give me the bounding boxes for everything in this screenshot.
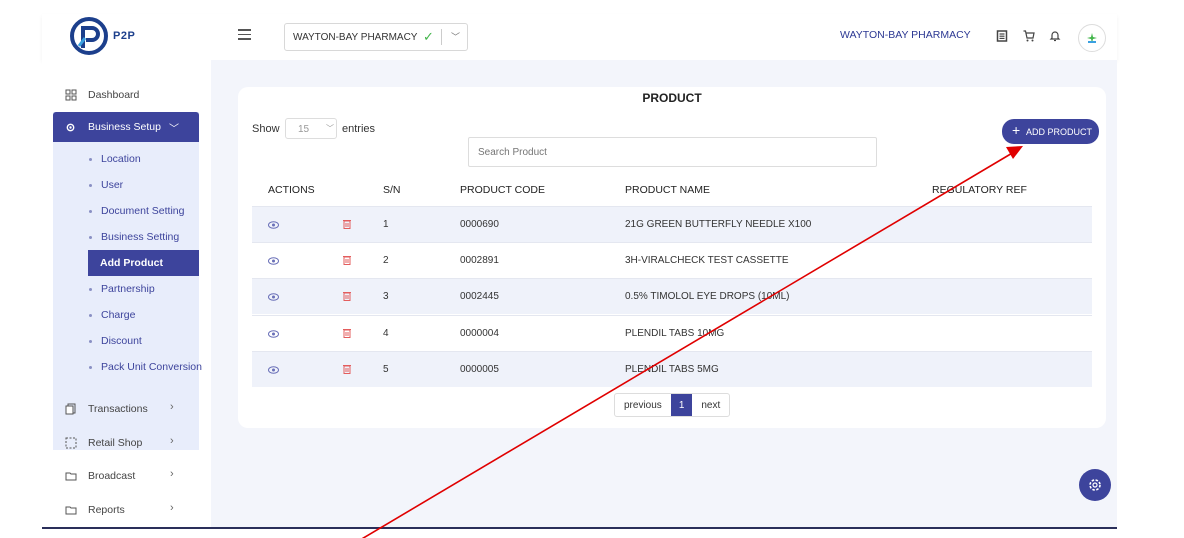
retail-shop-icon xyxy=(65,437,77,449)
cell-sn: 5 xyxy=(383,364,389,375)
chevron-right-icon: › xyxy=(170,435,174,447)
search-input[interactable] xyxy=(468,137,877,167)
sidebar-item-label: Broadcast xyxy=(88,470,136,482)
table-row: 2 0002891 3H-VIRALCHECK TEST CASSETTE xyxy=(252,242,1092,278)
list-icon[interactable] xyxy=(996,30,1008,42)
chevron-right-icon: › xyxy=(170,502,174,514)
column-header-product-name: PRODUCT NAME xyxy=(625,184,710,196)
logo-text: P2P xyxy=(113,30,136,42)
entries-label: entries xyxy=(342,123,376,135)
eye-icon[interactable] xyxy=(268,366,279,374)
cell-product-name: 0.5% TIMOLOL EYE DROPS (10ML) xyxy=(625,291,790,302)
bell-icon[interactable] xyxy=(1049,30,1061,42)
chevron-down-icon[interactable]: ﹀ xyxy=(451,30,460,43)
sidebar-item-label: Dashboard xyxy=(88,89,140,101)
next-page-button[interactable]: next xyxy=(692,394,729,416)
eye-icon[interactable] xyxy=(268,257,279,265)
trash-icon[interactable] xyxy=(343,291,351,301)
gear-icon xyxy=(1089,479,1101,491)
pagination: previous 1 next xyxy=(614,393,731,417)
sidebar-subitem-charge[interactable]: Charge xyxy=(89,309,135,321)
column-header-regulatory-ref: REGULATORY REF xyxy=(932,184,1027,196)
sidebar-item-label: Reports xyxy=(88,504,125,516)
sidebar-subitem-user[interactable]: User xyxy=(89,179,123,191)
page-1-button[interactable]: 1 xyxy=(670,394,693,416)
sidebar-item-label: Retail Shop xyxy=(88,437,143,449)
column-header-actions: ACTIONS xyxy=(268,184,315,196)
cell-product-name: 21G GREEN BUTTERFLY NEEDLE X100 xyxy=(625,219,812,230)
menu-toggle-icon[interactable] xyxy=(238,29,251,40)
add-product-label: ADD PRODUCT xyxy=(1026,127,1093,137)
cell-sn: 3 xyxy=(383,291,389,302)
chevron-right-icon: › xyxy=(170,401,174,413)
sidebar-item-label: Business Setup xyxy=(88,121,161,133)
sidebar-subitem-document-setting[interactable]: Document Setting xyxy=(89,205,184,217)
eye-icon[interactable] xyxy=(268,330,279,338)
cell-product-code: 0000004 xyxy=(460,328,499,339)
chevron-right-icon: › xyxy=(170,468,174,480)
entries-value: 15 xyxy=(298,124,310,135)
sidebar-subitem-partnership[interactable]: Partnership xyxy=(89,283,155,295)
store-select[interactable]: WAYTON-BAY PHARMACY ✓ ﹀ xyxy=(284,23,468,51)
table-row: 3 0002445 0.5% TIMOLOL EYE DROPS (10ML) xyxy=(252,278,1092,314)
table-row: 5 0000005 PLENDIL TABS 5MG xyxy=(252,351,1092,387)
column-header-product-code: PRODUCT CODE xyxy=(460,184,545,196)
sidebar-subitem-location[interactable]: Location xyxy=(89,153,141,165)
cell-sn: 4 xyxy=(383,328,389,339)
entries-select[interactable]: 15 ﹀ xyxy=(285,118,337,139)
sidebar-item-label: Transactions xyxy=(88,403,148,415)
bottom-divider xyxy=(42,527,1117,529)
chevron-down-icon: ﹀ xyxy=(326,124,334,133)
column-header-sn: S/N xyxy=(383,184,401,196)
check-icon: ✓ xyxy=(423,29,434,44)
table-row: 1 0000690 21G GREEN BUTTERFLY NEEDLE X10… xyxy=(252,206,1092,242)
eye-icon[interactable] xyxy=(268,293,279,301)
p2p-logo-icon[interactable] xyxy=(69,16,109,56)
plus-icon: + xyxy=(1012,122,1021,138)
dashboard-icon xyxy=(65,89,77,101)
top-bar: P2P WAYTON-BAY PHARMACY ✓ ﹀ WAYTON-BAY P… xyxy=(42,14,1117,60)
sidebar-subitem-add-product[interactable]: Add Product xyxy=(88,250,199,276)
cell-product-code: 0000005 xyxy=(460,364,499,375)
trash-icon[interactable] xyxy=(343,328,351,338)
sidebar-subitem-discount[interactable]: Discount xyxy=(89,335,142,347)
cell-product-name: PLENDIL TABS 5MG xyxy=(625,364,719,375)
cart-icon[interactable] xyxy=(1023,30,1035,42)
trash-icon[interactable] xyxy=(343,364,351,374)
store-select-value: WAYTON-BAY PHARMACY xyxy=(293,32,418,43)
settings-fab-button[interactable] xyxy=(1079,469,1111,501)
cell-product-code: 0002891 xyxy=(460,255,499,266)
sidebar-item-label: Add Product xyxy=(100,257,163,269)
main-content: PRODUCT Show 15 ﹀ entries + ADD PRODUCT … xyxy=(211,60,1117,528)
select-separator xyxy=(441,29,442,45)
sidebar-item-business-setup[interactable]: Business Setup ﹀ xyxy=(53,112,199,142)
previous-page-button[interactable]: previous xyxy=(615,394,671,416)
trash-icon[interactable] xyxy=(343,219,351,229)
product-card: PRODUCT Show 15 ﹀ entries + ADD PRODUCT … xyxy=(238,87,1106,428)
trash-icon[interactable] xyxy=(343,255,351,265)
current-store-name: WAYTON-BAY PHARMACY xyxy=(840,29,971,41)
cell-product-code: 0000690 xyxy=(460,219,499,230)
cell-sn: 2 xyxy=(383,255,389,266)
sidebar-subitem-business-setting[interactable]: Business Setting xyxy=(89,231,179,243)
cell-product-name: 3H-VIRALCHECK TEST CASSETTE xyxy=(625,255,789,266)
cell-product-name: PLENDIL TABS 10MG xyxy=(625,328,725,339)
table-row: 4 0000004 PLENDIL TABS 10MG xyxy=(252,315,1092,351)
avatar[interactable] xyxy=(1078,24,1106,52)
folder-icon xyxy=(65,472,77,481)
sidebar-subitem-pack-unit-conversion[interactable]: Pack Unit Conversion xyxy=(89,361,202,373)
show-label: Show xyxy=(252,123,280,135)
business-setup-group: Business Setup ﹀ Location User Document … xyxy=(53,112,202,450)
add-product-button[interactable]: + ADD PRODUCT xyxy=(1002,119,1099,144)
avatar-logo-icon xyxy=(1087,33,1097,43)
cell-product-code: 0002445 xyxy=(460,291,499,302)
page-title: PRODUCT xyxy=(642,91,702,105)
sidebar: Dashboard Business Setup ﹀ Location User… xyxy=(42,60,211,528)
transactions-icon xyxy=(65,403,76,415)
cell-sn: 1 xyxy=(383,219,389,230)
chevron-down-icon: ﹀ xyxy=(169,124,179,135)
gear-icon xyxy=(66,123,75,132)
folder-icon xyxy=(65,506,77,515)
eye-icon[interactable] xyxy=(268,221,279,229)
